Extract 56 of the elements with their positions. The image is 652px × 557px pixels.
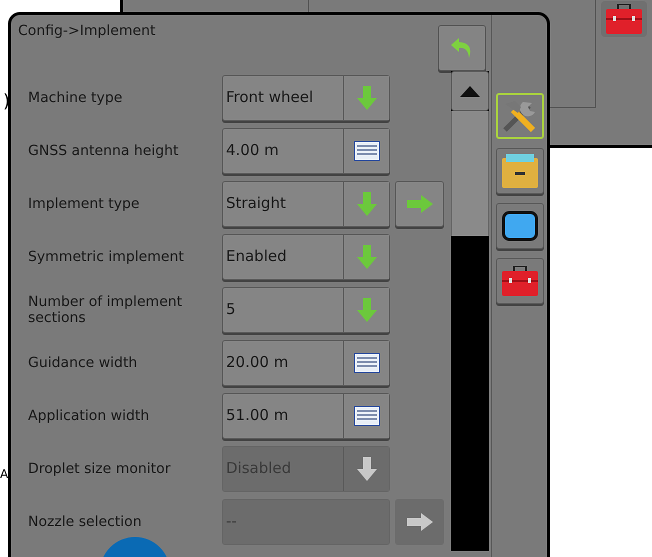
setting-value: 4.00 m — [225, 140, 280, 162]
down-arrow-icon — [356, 456, 376, 480]
right-arrow-icon — [406, 194, 432, 212]
dropdown-button[interactable] — [343, 76, 389, 120]
setting-value: Enabled — [225, 246, 288, 268]
setting-value-field[interactable]: Straight — [222, 180, 390, 226]
down-arrow-icon — [356, 86, 376, 110]
keyboard-button[interactable] — [343, 340, 389, 384]
next-button[interactable] — [395, 180, 444, 226]
keyboard-button[interactable] — [343, 128, 389, 172]
scrollbar[interactable] — [451, 71, 489, 551]
dropdown-button[interactable] — [343, 288, 389, 332]
dropdown-button[interactable] — [343, 182, 389, 226]
setting-value: 51.00 m — [225, 405, 290, 426]
setting-value: 20.00 m — [225, 352, 290, 374]
keyboard-icon — [354, 406, 380, 426]
down-arrow-icon — [356, 244, 376, 268]
side-tab[interactable] — [496, 203, 544, 249]
setting-value-field[interactable]: Front wheel — [222, 74, 390, 120]
down-arrow-icon — [356, 192, 376, 216]
setting-value: Front wheel — [225, 87, 314, 108]
setting-value-field[interactable]: 5 — [222, 286, 390, 332]
setting-label: Number of implement sections — [28, 294, 184, 326]
keyboard-icon — [354, 352, 380, 372]
cut-text: A — [0, 467, 8, 481]
side-tab[interactable] — [496, 93, 544, 139]
setting-label: GNSS antenna height — [28, 142, 180, 158]
scroll-up-button[interactable] — [451, 71, 489, 111]
right-arrow-icon — [406, 512, 432, 530]
dropdown-button[interactable] — [343, 234, 389, 278]
screen-icon — [502, 211, 538, 241]
setting-label: Machine type — [28, 90, 124, 106]
setting-value-field[interactable]: 51.00 m — [222, 392, 390, 438]
setting-label: Implement type — [28, 196, 140, 212]
setting-value-field[interactable]: 20.00 m — [222, 340, 390, 386]
keyboard-button[interactable] — [343, 394, 389, 438]
setting-value-field[interactable]: Enabled — [222, 234, 390, 280]
scroll-thumb[interactable] — [451, 111, 489, 236]
setting-value-field[interactable]: 4.00 m — [222, 128, 390, 174]
setting-label: Application width — [28, 408, 150, 424]
drawer-icon — [502, 154, 538, 188]
setting-label: Symmetric implement — [28, 248, 185, 264]
toolbox-icon — [606, 4, 642, 34]
down-arrow-icon — [356, 298, 376, 322]
setting-value: 5 — [225, 299, 237, 320]
side-tab[interactable] — [496, 148, 544, 194]
keyboard-icon — [354, 140, 380, 160]
setting-value: Straight — [225, 193, 287, 214]
up-triangle-icon — [460, 86, 480, 96]
toolbox-icon — [502, 266, 538, 296]
setting-label: Droplet size monitor — [28, 460, 172, 476]
window-title: Config->Implement — [18, 22, 156, 41]
setting-label: Guidance width — [28, 354, 138, 370]
back-button[interactable] — [438, 25, 486, 71]
setting-label: Nozzle selection — [28, 514, 143, 530]
setting-value: -- — [225, 511, 238, 532]
